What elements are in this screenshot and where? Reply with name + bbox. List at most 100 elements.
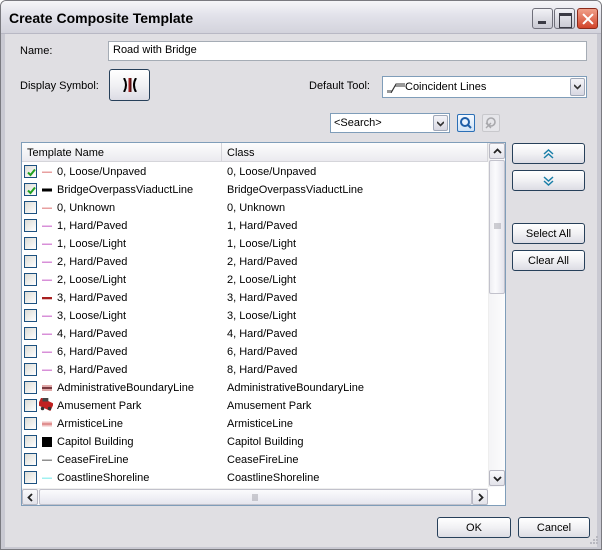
resize-grip-icon[interactable] bbox=[587, 535, 599, 547]
row-template-name: BridgeOverpassViaductLine bbox=[57, 184, 194, 196]
name-label: Name: bbox=[20, 45, 53, 57]
scroll-corner bbox=[488, 488, 505, 505]
line-violet-symbol-icon bbox=[41, 329, 53, 339]
row-checkbox[interactable] bbox=[24, 309, 37, 322]
row-checkbox[interactable] bbox=[24, 255, 37, 268]
row-checkbox[interactable] bbox=[24, 183, 37, 196]
horizontal-scrollbar[interactable] bbox=[22, 488, 488, 505]
chevron-right-icon bbox=[478, 493, 484, 502]
table-row[interactable]: AdministrativeBoundaryLine Administrative… bbox=[22, 379, 488, 397]
table-row[interactable]: 2, Loose/Light 2, Loose/Light bbox=[22, 271, 488, 289]
row-class: Amusement Park bbox=[227, 400, 312, 412]
table-row[interactable]: 3, Loose/Light 3, Loose/Light bbox=[22, 307, 488, 325]
search-icon bbox=[460, 117, 472, 129]
search-dropdown[interactable]: <Search> bbox=[330, 113, 450, 133]
table-row[interactable]: 4, Hard/Paved 4, Hard/Paved bbox=[22, 325, 488, 343]
table-row[interactable]: CoastlineShoreline CoastlineShoreline bbox=[22, 469, 488, 487]
row-checkbox[interactable] bbox=[24, 273, 37, 286]
chevron-up-icon bbox=[493, 148, 502, 154]
window-title: Create Composite Template bbox=[9, 10, 194, 26]
table-row[interactable]: 0, Loose/Unpaved 0, Loose/Unpaved bbox=[22, 163, 488, 181]
row-template-name: ArmisticeLine bbox=[57, 418, 124, 430]
row-class: 0, Loose/Unpaved bbox=[227, 166, 317, 178]
maximize-button[interactable] bbox=[554, 8, 575, 29]
clear-search-button[interactable] bbox=[482, 114, 500, 132]
default-tool-dropdown[interactable]: Coincident Lines bbox=[382, 76, 587, 98]
line-salmon-symbol-icon bbox=[41, 167, 53, 177]
table-row[interactable]: 0, Unknown 0, Unknown bbox=[22, 199, 488, 217]
row-checkbox[interactable] bbox=[24, 345, 37, 358]
display-symbol-label: Display Symbol: bbox=[20, 80, 99, 92]
minimize-button[interactable] bbox=[532, 8, 553, 29]
row-template-name: CeaseFireLine bbox=[57, 454, 129, 466]
column-header-class[interactable]: Class bbox=[222, 143, 488, 162]
cancel-button[interactable]: Cancel bbox=[518, 517, 590, 538]
select-all-button[interactable]: Select All bbox=[512, 223, 585, 244]
table-row[interactable]: 3, Hard/Paved 3, Hard/Paved bbox=[22, 289, 488, 307]
row-checkbox[interactable] bbox=[24, 435, 37, 448]
table-row[interactable]: 1, Hard/Paved 1, Hard/Paved bbox=[22, 217, 488, 235]
template-list[interactable]: Template Name Class 0, Loose/Unpaved 0, L… bbox=[21, 142, 506, 506]
table-row[interactable]: BridgeOverpassViaductLine BridgeOverpassV… bbox=[22, 181, 488, 199]
vertical-scrollbar[interactable] bbox=[488, 143, 505, 487]
scroll-down-button[interactable] bbox=[489, 470, 505, 486]
row-checkbox[interactable] bbox=[24, 219, 37, 232]
table-row[interactable]: 8, Hard/Paved 8, Hard/Paved bbox=[22, 361, 488, 379]
double-chevron-up-icon bbox=[543, 148, 554, 159]
row-class: 6, Hard/Paved bbox=[227, 346, 298, 358]
row-checkbox[interactable] bbox=[24, 381, 37, 394]
row-checkbox[interactable] bbox=[24, 201, 37, 214]
close-button[interactable] bbox=[577, 8, 598, 29]
row-checkbox[interactable] bbox=[24, 165, 37, 178]
row-template-name: 3, Loose/Light bbox=[57, 310, 127, 322]
scroll-up-button[interactable] bbox=[489, 143, 505, 159]
row-class: 8, Hard/Paved bbox=[227, 364, 298, 376]
column-header-template-name[interactable]: Template Name bbox=[22, 143, 222, 162]
table-row[interactable]: 6, Hard/Paved 6, Hard/Paved bbox=[22, 343, 488, 361]
clear-all-button[interactable]: Clear All bbox=[512, 250, 585, 271]
row-checkbox[interactable] bbox=[24, 363, 37, 376]
table-row[interactable]: Capitol Building Capitol Building bbox=[22, 433, 488, 451]
search-button[interactable] bbox=[457, 114, 475, 132]
table-row[interactable]: 1, Loose/Light 1, Loose/Light bbox=[22, 235, 488, 253]
default-tool-dropdown-button[interactable] bbox=[570, 78, 585, 96]
row-checkbox[interactable] bbox=[24, 291, 37, 304]
table-row[interactable]: CeaseFireLine CeaseFireLine bbox=[22, 451, 488, 469]
chevron-down-icon bbox=[574, 84, 581, 90]
vertical-scroll-thumb[interactable] bbox=[489, 160, 505, 294]
move-up-button[interactable] bbox=[512, 143, 585, 164]
table-row[interactable]: 2, Hard/Paved 2, Hard/Paved bbox=[22, 253, 488, 271]
ok-button[interactable]: OK bbox=[437, 517, 511, 538]
row-checkbox[interactable] bbox=[24, 453, 37, 466]
row-checkbox[interactable] bbox=[24, 417, 37, 430]
square-black-symbol-icon bbox=[41, 437, 53, 447]
display-symbol-button[interactable] bbox=[109, 69, 150, 101]
table-row[interactable]: ArmisticeLine ArmisticeLine bbox=[22, 415, 488, 433]
row-class: ArmisticeLine bbox=[227, 418, 294, 430]
line-violet-symbol-icon bbox=[41, 347, 53, 357]
row-checkbox[interactable] bbox=[24, 471, 37, 484]
horizontal-scroll-thumb[interactable] bbox=[39, 489, 472, 505]
row-class: 4, Hard/Paved bbox=[227, 328, 298, 340]
move-down-button[interactable] bbox=[512, 170, 585, 191]
row-template-name: 4, Hard/Paved bbox=[57, 328, 128, 340]
name-input[interactable]: Road with Bridge bbox=[108, 41, 587, 61]
row-class: 2, Hard/Paved bbox=[227, 256, 298, 268]
row-checkbox[interactable] bbox=[24, 327, 37, 340]
chevron-down-icon bbox=[493, 476, 502, 482]
name-input-value: Road with Bridge bbox=[113, 44, 197, 56]
line-violet-symbol-icon bbox=[41, 275, 53, 285]
row-class: CoastlineShoreline bbox=[227, 472, 320, 484]
row-checkbox[interactable] bbox=[24, 237, 37, 250]
row-template-name: 3, Hard/Paved bbox=[57, 292, 128, 304]
title-bar[interactable]: Create Composite Template bbox=[1, 1, 601, 34]
row-class: 3, Loose/Light bbox=[227, 310, 297, 322]
row-template-name: 0, Unknown bbox=[57, 202, 116, 214]
scroll-right-button[interactable] bbox=[472, 489, 488, 505]
search-value: <Search> bbox=[334, 117, 382, 129]
row-template-name: Capitol Building bbox=[57, 436, 134, 448]
row-checkbox[interactable] bbox=[24, 399, 37, 412]
table-row[interactable]: Amusement Park Amusement Park bbox=[22, 397, 488, 415]
search-dropdown-button[interactable] bbox=[433, 115, 448, 131]
scroll-left-button[interactable] bbox=[22, 489, 38, 505]
